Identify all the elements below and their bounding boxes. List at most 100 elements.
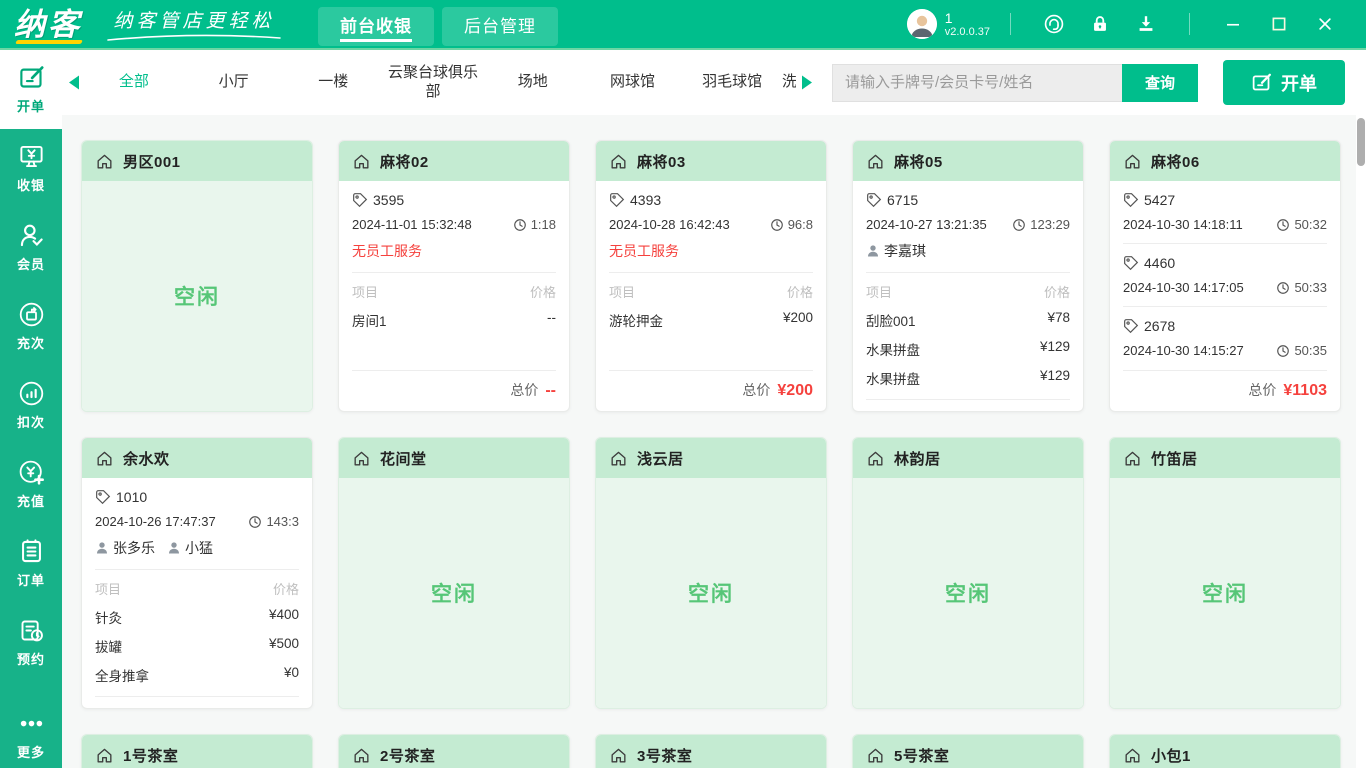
session-tag-row: 4393: [609, 192, 813, 208]
item-column-label: 项目: [609, 285, 636, 300]
idle-status-label: 空闲: [174, 286, 220, 309]
maximize-button[interactable]: [1269, 14, 1289, 34]
session-tag-row: 3595: [352, 192, 556, 208]
room-card[interactable]: 浅云居 空闲: [595, 437, 827, 709]
category-tab[interactable]: 小厅: [184, 73, 284, 92]
hand-tag-number: 3595: [373, 192, 405, 208]
room-card[interactable]: 1号茶室空闲: [81, 734, 313, 768]
orders-list-icon: [21, 539, 41, 563]
avatar-icon: [906, 9, 937, 39]
category-tab[interactable]: 场地: [483, 73, 583, 92]
item-name: 全身推拿: [95, 669, 149, 684]
room-card[interactable]: 花间堂 空闲: [338, 437, 570, 709]
room-card-header: 林韵居: [853, 438, 1083, 478]
hand-tag-number: 6715: [887, 192, 919, 208]
item-price: ¥129: [1039, 339, 1070, 354]
category-tab[interactable]: 羽毛球馆: [682, 73, 782, 92]
topbar-divider: [1189, 13, 1190, 35]
category-tab[interactable]: 云聚台球俱乐部: [383, 64, 483, 102]
clock-icon: [1277, 218, 1290, 231]
elapsed-duration: 50:32: [1276, 217, 1327, 232]
tag-icon: [353, 193, 368, 208]
home-icon: [354, 748, 369, 763]
room-name: 余水欢: [123, 450, 170, 468]
sidebar-item-recharge-money[interactable]: 充值: [0, 445, 62, 524]
topbar-divider: [1010, 13, 1011, 35]
search-group: 查询: [832, 63, 1198, 102]
sidebar-item-label: 预约: [16, 652, 45, 667]
sidebar-item-label: 开单: [16, 99, 45, 114]
category-next-arrow[interactable]: [796, 68, 818, 98]
tag-icon: [1124, 319, 1139, 334]
minimize-button[interactable]: [1223, 14, 1243, 34]
session-time-row: 2024-10-30 14:17:05 50:33: [1123, 280, 1327, 295]
category-prev-arrow[interactable]: [62, 68, 84, 98]
room-card[interactable]: 麻将06 5427 2024-10-30 14:18:11 50:32 4460 2024…: [1109, 140, 1341, 412]
close-button[interactable]: [1315, 14, 1335, 34]
room-card[interactable]: 3号茶室空闲: [595, 734, 827, 768]
price-column-label: 价格: [1043, 285, 1070, 300]
staff-name: 张多乐: [95, 538, 155, 558]
sidebar-item-label: 充次: [16, 336, 45, 351]
logo-underline-accent: [15, 39, 83, 44]
total-label: 总价: [510, 382, 539, 398]
sidebar-item-more[interactable]: 更多: [0, 702, 62, 768]
sidebar-item-member[interactable]: 会员: [0, 208, 62, 287]
support-icon[interactable]: [1043, 13, 1065, 35]
room-name: 浅云居: [637, 450, 684, 468]
download-icon[interactable]: [1135, 13, 1157, 35]
search-button[interactable]: 查询: [1122, 63, 1198, 102]
room-card[interactable]: 余水欢 1010 2024-10-26 17:47:37 143:3 张多乐 小猛 项目 价格…: [81, 437, 313, 709]
room-name: 男区001: [123, 153, 181, 171]
section-divider: [95, 569, 299, 570]
tab-back-office[interactable]: 后台管理: [442, 7, 558, 46]
room-card[interactable]: 麻将02 3595 2024-11-01 15:32:48 1:18 无员工服务 项目 价格…: [338, 140, 570, 412]
room-card-body: 6715 2024-10-27 13:21:35 123:29 李嘉琪 项目 价格 刮脸00…: [853, 181, 1083, 411]
category-tab[interactable]: 洗: [782, 73, 796, 92]
sidebar-item-recharge-times[interactable]: 充次: [0, 287, 62, 366]
sidebar: 开单收银 会员充次扣次充值订单预约更多: [0, 50, 62, 768]
sidebar-item-booking[interactable]: 预约: [0, 603, 62, 682]
lock-icon[interactable]: [1089, 13, 1111, 35]
scrollbar-thumb[interactable]: [1357, 118, 1365, 166]
sidebar-item-pen-board[interactable]: 开单: [0, 50, 62, 129]
sidebar-item-deduct-times[interactable]: 扣次: [0, 366, 62, 445]
total-label: 总价: [742, 382, 771, 398]
start-time: 2024-10-27 13:21:35: [866, 217, 987, 232]
room-card-header: 5号茶室: [853, 735, 1083, 768]
room-card[interactable]: 男区001 空闲: [81, 140, 313, 412]
room-name: 竹笛居: [1151, 450, 1198, 468]
category-tab[interactable]: 一楼: [283, 73, 383, 92]
scrollbar-track[interactable]: [1356, 115, 1366, 768]
sidebar-item-cashier[interactable]: 收银: [0, 129, 62, 208]
total-row: 总价 ¥336: [866, 409, 1070, 411]
room-card[interactable]: 林韵居 空闲: [852, 437, 1084, 709]
category-tab[interactable]: 网球馆: [583, 73, 683, 92]
session-divider: [1123, 306, 1327, 307]
session-divider: [1123, 243, 1327, 244]
room-name: 麻将02: [380, 153, 429, 171]
room-card[interactable]: 2号茶室空闲: [338, 734, 570, 768]
home-icon: [611, 154, 626, 169]
tab-front-desk[interactable]: 前台收银: [318, 7, 434, 46]
open-order-button[interactable]: 开单: [1223, 60, 1345, 105]
sidebar-item-label: 充值: [16, 494, 45, 509]
room-card-header: 1号茶室: [82, 735, 312, 768]
section-divider: [866, 272, 1070, 273]
room-name: 麻将03: [637, 153, 686, 171]
search-input[interactable]: [832, 63, 1122, 102]
app-version: v2.0.0.37: [944, 25, 990, 38]
member-person-icon: [20, 224, 43, 247]
category-tab[interactable]: 全部: [84, 73, 184, 92]
sidebar-item-orders[interactable]: 订单: [0, 524, 62, 603]
room-card[interactable]: 5号茶室空闲: [852, 734, 1084, 768]
avatar[interactable]: [906, 9, 937, 39]
room-card[interactable]: 麻将05 6715 2024-10-27 13:21:35 123:29 李嘉琪 项目 价格…: [852, 140, 1084, 412]
room-card[interactable]: 麻将03 4393 2024-10-28 16:42:43 96:8 无员工服务 项目 价格…: [595, 140, 827, 412]
room-card[interactable]: 小包1空闲: [1109, 734, 1341, 768]
session-time-row: 2024-11-01 15:32:48 1:18: [352, 217, 556, 232]
room-card[interactable]: 竹笛居 空闲: [1109, 437, 1341, 709]
room-name: 花间堂: [380, 450, 427, 468]
session-tag-row: 6715: [866, 192, 1070, 208]
username: 1: [944, 9, 953, 26]
